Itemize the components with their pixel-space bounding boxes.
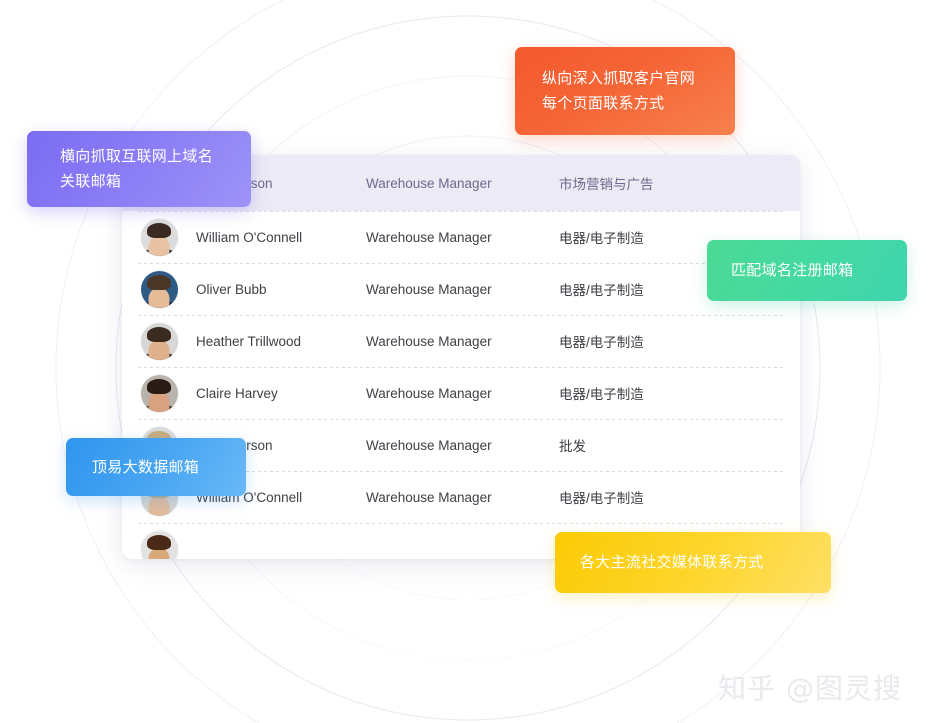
watermark: 知乎 @图灵搜 [718, 672, 902, 705]
callout-yellow-line1: 各大主流社交媒体联系方式 [580, 554, 764, 571]
callout-blue-line1: 顶易大数据邮箱 [92, 458, 200, 476]
cell-name: Claire Harvey [196, 385, 278, 401]
cell-title: Warehouse Manager [366, 175, 492, 191]
cell-industry: 市场营销与广告 [559, 177, 654, 192]
cell-title: Warehouse Manager [366, 281, 492, 297]
cell-title: Warehouse Manager [366, 489, 492, 505]
avatar [140, 270, 178, 308]
contacts-table-card: ah HoversonWarehouse Manager市场营销与广告Willi… [122, 155, 800, 559]
cell-industry: 电器/电子制造 [559, 491, 644, 506]
cell-title: Warehouse Manager [366, 437, 492, 453]
cell-name: William O'Connell [196, 229, 303, 245]
table-row[interactable]: William O'Connell Warehouse Manager 电器/电子制… [122, 211, 800, 263]
cell-industry: 批发 [559, 439, 586, 454]
table-row[interactable]: Oliver Bubb Warehouse Manager 电器/电子制造 [122, 263, 800, 315]
avatar-cell [122, 322, 196, 360]
avatar [140, 530, 178, 559]
avatar-cell [122, 270, 196, 308]
callout-domain-registrant-email[interactable]: 匹配域名注册邮箱 [707, 240, 907, 301]
avatar [140, 322, 178, 360]
callout-horizontal-domain-email[interactable]: 横向抓取互联网上域名 关联邮箱 [27, 131, 251, 207]
avatar-cell [122, 374, 196, 412]
cell-title: Warehouse Manager [366, 333, 492, 349]
callout-purple-line1: 横向抓取互联网上域名 [60, 148, 214, 165]
contacts-table-body: ah HoversonWarehouse Manager市场营销与广告Willi… [122, 155, 800, 559]
avatar-cell [122, 218, 196, 256]
callout-vertical-site-crawl[interactable]: 纵向深入抓取客户官网 每个页面联系方式 [515, 47, 735, 135]
callout-dingyi-bigdata-email[interactable]: 顶易大数据邮箱 [66, 438, 246, 496]
cell-name: Heather Trillwood [196, 333, 302, 349]
cell-industry: 电器/电子制造 [559, 387, 644, 402]
cell-industry: 电器/电子制造 [559, 335, 644, 350]
avatar [140, 374, 178, 412]
callout-orange-line1: 纵向深入抓取客户官网 [542, 70, 696, 87]
avatar-cell [122, 530, 196, 559]
callout-orange-line2: 每个页面联系方式 [542, 95, 665, 112]
cell-title: Warehouse Manager [366, 385, 492, 401]
cell-title: Warehouse Manager [366, 229, 492, 245]
callout-social-media-contacts[interactable]: 各大主流社交媒体联系方式 [555, 532, 831, 593]
table-row[interactable]: Heather Trillwood Warehouse Manager 电器/电子制… [122, 315, 800, 367]
avatar [140, 218, 178, 256]
cell-name: Oliver Bubb [196, 281, 267, 297]
callout-purple-line2: 关联邮箱 [60, 173, 122, 190]
callout-green-line1: 匹配域名注册邮箱 [731, 262, 854, 279]
page-root: ah HoversonWarehouse Manager市场营销与广告Willi… [0, 0, 936, 723]
table-row[interactable]: Claire Harvey Warehouse Manager 电器/电子制造 [122, 367, 800, 419]
